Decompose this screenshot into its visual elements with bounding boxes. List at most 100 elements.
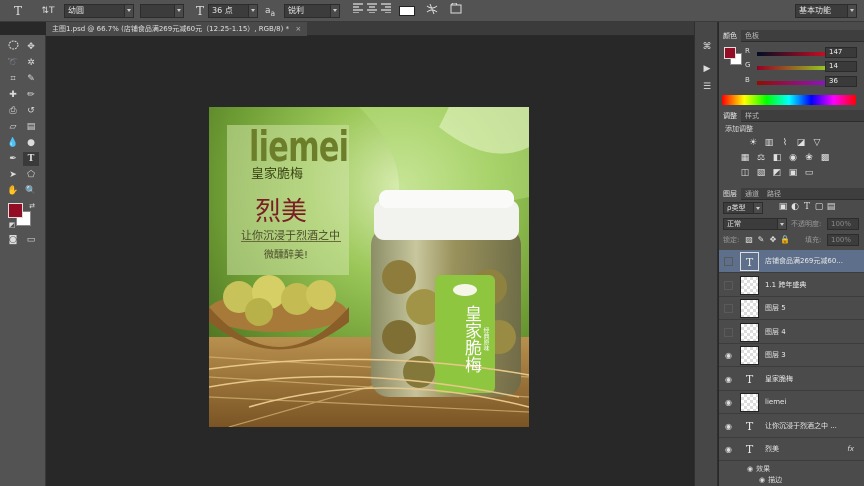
brand-chinese-small-text[interactable]: 皇家脆梅 [251, 163, 303, 182]
eye-hidden-icon[interactable] [724, 280, 733, 290]
tab-adjustments[interactable]: 调整 [719, 110, 741, 122]
exposure-icon[interactable]: ◪ [795, 138, 807, 149]
color-spectrum-ramp[interactable] [722, 95, 856, 105]
invert-icon[interactable]: ◫ [739, 168, 751, 179]
lock-transparent-icon[interactable]: ▨ [743, 234, 755, 245]
zoom-tool-icon[interactable]: 🔍 [23, 184, 39, 198]
hand-tool-icon[interactable]: ✋ [5, 184, 21, 198]
layer-name[interactable]: 烈美 [765, 438, 857, 461]
blue-slider[interactable]: B 36 [723, 76, 863, 88]
lock-position-icon[interactable]: ✥ [767, 234, 779, 245]
type-tool-active-icon[interactable]: T [23, 152, 39, 166]
hue-saturation-icon[interactable]: ▦ [739, 153, 751, 164]
shape-tool-icon[interactable]: ⬠ [23, 168, 39, 182]
photo-filter-icon[interactable]: ◉ [787, 153, 799, 164]
history-brush-icon[interactable]: ↺ [23, 104, 39, 118]
curves-icon[interactable]: ⌇ [779, 138, 791, 149]
red-slider[interactable]: R 147 [723, 47, 863, 59]
layer-row[interactable]: ◉ liemei [719, 391, 864, 414]
pen-tool-icon[interactable]: ✒ [5, 152, 21, 166]
crop-tool-icon[interactable]: ⌗ [5, 72, 21, 86]
workspace-select[interactable]: 基本功能 [795, 4, 857, 18]
tab-paths[interactable]: 路径 [763, 188, 785, 200]
posterize-icon[interactable]: ▧ [755, 168, 767, 179]
fill-field[interactable]: 100% [827, 234, 859, 246]
tab-styles[interactable]: 样式 [741, 110, 763, 122]
brand-chinese-big-text[interactable]: 烈美 [255, 191, 307, 228]
layer-row[interactable]: T 店铺食品满269元减60... [719, 250, 864, 273]
filter-pixel-icon[interactable]: ▣ [777, 202, 789, 213]
opacity-field[interactable]: 100% [827, 218, 859, 230]
blend-mode-select[interactable]: 正常 [723, 218, 787, 230]
selective-color-icon[interactable]: ▣ [787, 168, 799, 179]
layer-row[interactable]: ◉ T 烈美 fx [719, 438, 864, 461]
move-tool-icon[interactable]: ✥ [23, 40, 39, 54]
font-style-select[interactable] [140, 4, 184, 18]
layer-name[interactable]: 让你沉浸于烈酒之中 ... [765, 415, 857, 438]
layer-name[interactable]: 店铺食品满269元减60... [765, 250, 857, 273]
layer-name[interactable]: 1.1 跨年盛典 [765, 274, 857, 297]
color-balance-icon[interactable]: ⚖ [755, 153, 767, 164]
tab-swatches[interactable]: 色板 [741, 30, 763, 42]
tab-channels[interactable]: 通道 [741, 188, 763, 200]
color-panel-foreground[interactable] [724, 47, 736, 59]
layer-row[interactable]: 1.1 跨年盛典 [719, 273, 864, 297]
blur-tool-icon[interactable]: 💧 [5, 136, 21, 150]
layer-row[interactable]: ◉ 图层 3 [719, 344, 864, 367]
layer-row[interactable]: 图层 5 [719, 297, 864, 320]
eye-icon[interactable]: ◉ [724, 445, 733, 454]
green-slider[interactable]: G 14 [723, 61, 863, 73]
eraser-tool-icon[interactable]: ▱ [5, 120, 21, 134]
quick-mask-icon[interactable]: ◙ [5, 233, 21, 247]
blue-value-field[interactable]: 36 [825, 76, 857, 87]
lock-image-icon[interactable]: ✎ [755, 234, 767, 245]
healing-brush-icon[interactable]: ✚ [5, 88, 21, 102]
default-colors-icon[interactable]: ◩ [4, 218, 20, 232]
filter-type-icon[interactable]: T [801, 202, 813, 213]
black-white-icon[interactable]: ◧ [771, 153, 783, 164]
layer-row[interactable]: ◉ T 皇家脆梅 [719, 367, 864, 391]
tab-color[interactable]: 颜色 [719, 30, 741, 42]
eye-icon[interactable]: ◉ [724, 375, 733, 384]
actions-panel-icon[interactable]: ▶ [699, 62, 715, 76]
lock-all-icon[interactable]: 🔒 [779, 234, 791, 245]
tab-layers[interactable]: 图层 [719, 188, 741, 200]
dodge-tool-icon[interactable]: ● [23, 136, 39, 150]
clone-stamp-icon[interactable]: ⎙ [5, 104, 21, 118]
history-panel-icon[interactable]: ⌘ [699, 40, 715, 54]
layer-row[interactable]: ◉ T 让你沉浸于烈酒之中 ... [719, 414, 864, 438]
toggle-text-orientation-icon[interactable]: ⇅T [40, 3, 56, 19]
type-tool-icon[interactable]: T [10, 3, 26, 19]
stroke-effect-label[interactable]: ◉ 描边 [759, 475, 782, 485]
red-value-field[interactable]: 147 [825, 47, 857, 58]
fx-badge[interactable]: fx [847, 438, 854, 461]
filter-shape-icon[interactable]: ▢ [813, 202, 825, 213]
layer-name[interactable]: 图层 5 [765, 297, 857, 320]
eye-icon[interactable]: ◉ [724, 398, 733, 407]
properties-panel-icon[interactable]: ☰ [699, 80, 715, 94]
green-value-field[interactable]: 14 [825, 61, 857, 72]
screen-mode-icon[interactable]: ▭ [23, 233, 39, 247]
foreground-color-swatch[interactable] [8, 203, 23, 218]
eye-hidden-icon[interactable] [724, 304, 733, 313]
font-family-select[interactable]: 幼圆 [64, 4, 134, 18]
warp-text-icon[interactable] [424, 3, 440, 19]
tagline-secondary-text[interactable]: 微醺醉美! [264, 246, 308, 261]
magic-wand-icon[interactable]: ✲ [23, 56, 39, 70]
layer-name[interactable]: 皇家脆梅 [765, 368, 857, 391]
lasso-tool-icon[interactable]: ➰ [5, 56, 21, 70]
font-size-select[interactable]: 36 点 [208, 4, 258, 18]
document-tab[interactable]: 主图1.psd @ 66.7% (店铺食品满269元减60元（12.25-1.1… [46, 22, 308, 36]
layer-row[interactable]: 图层 4 [719, 320, 864, 344]
layer-name[interactable]: 图层 3 [765, 344, 857, 367]
eye-icon[interactable]: ◉ [724, 351, 733, 360]
path-selection-icon[interactable]: ➤ [5, 168, 21, 182]
gradient-tool-icon[interactable]: ▤ [23, 120, 39, 134]
document-canvas[interactable]: liemei 皇家脆梅 烈美 让你沉浸于烈酒之中 微醺醉美! 皇家脆梅 经典原味 [209, 107, 529, 427]
eyedropper-icon[interactable]: ✎ [23, 72, 39, 86]
marquee-tool-icon[interactable] [5, 40, 21, 54]
anti-alias-select[interactable]: 锐利 [284, 4, 340, 18]
gradient-map-icon[interactable]: ▭ [803, 168, 815, 179]
threshold-icon[interactable]: ◩ [771, 168, 783, 179]
character-panel-icon[interactable] [448, 2, 464, 19]
